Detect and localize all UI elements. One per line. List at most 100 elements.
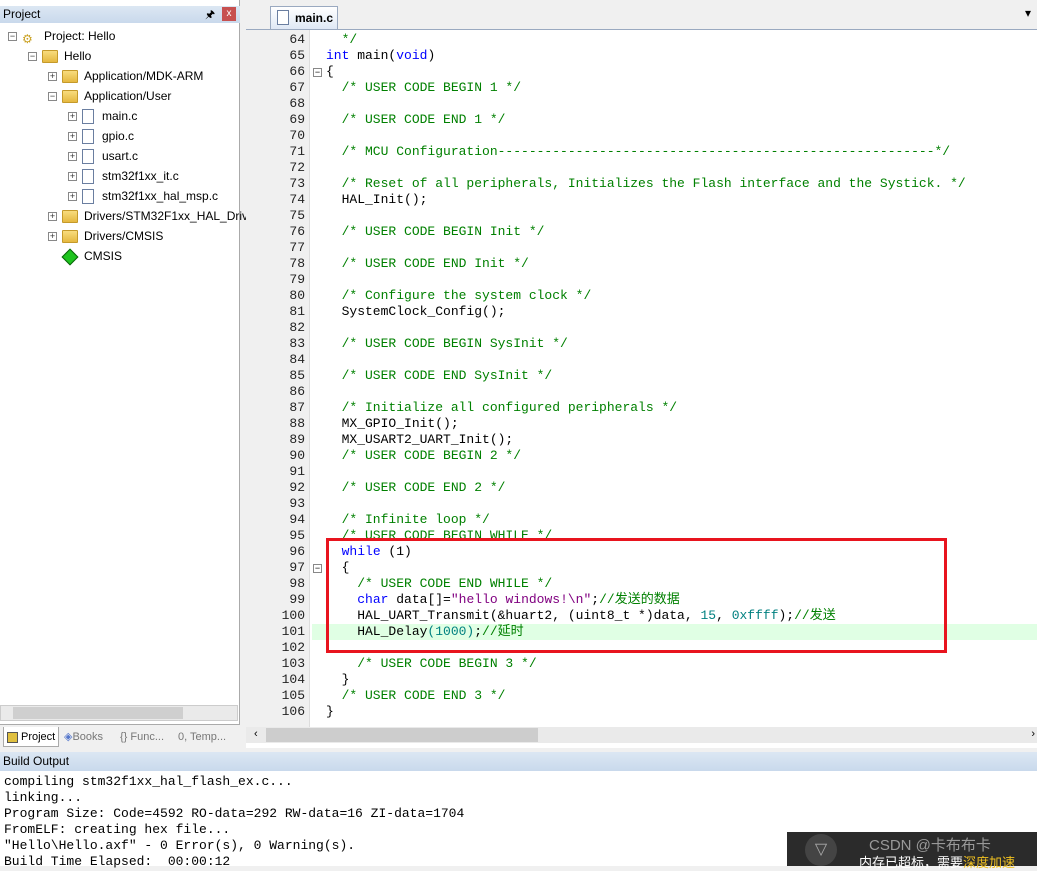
line-number: 80 [289,288,305,303]
code-token: /* Infinite loop */ [326,512,490,527]
code-line: SystemClock_Config(); [326,304,506,320]
tree-item[interactable]: + stm32f1xx_hal_msp.c [68,187,218,205]
collapse-icon[interactable]: − [48,92,57,102]
tree-item[interactable]: + usart.c [68,147,138,165]
code-line: int main(void) [326,48,435,64]
line-number: 71 [289,144,305,159]
folder-icon [62,210,78,224]
file-icon [82,109,94,125]
tree-item-label: Drivers/STM32F1xx_HAL_Driver [84,209,259,223]
tab-label: Books [72,731,104,743]
tree-item-label: Project: Hello [44,29,116,43]
code-token: */ [326,32,358,47]
tree-item[interactable]: + gpio.c [68,127,134,145]
tab-templates[interactable]: 0, Temp... [178,727,226,747]
line-number: 103 [281,656,305,671]
code-token: /* USER CODE BEGIN 2 */ [326,448,522,463]
code-token: void [396,48,428,63]
tree-item[interactable]: CMSIS [48,247,122,266]
scroll-thumb[interactable] [266,728,538,742]
tree-item[interactable]: − Hello [28,47,91,65]
line-number: 101 [281,624,305,639]
code-token: /* Configure the system clock */ [326,288,592,303]
tree-item[interactable]: + main.c [68,107,137,125]
line-number: 72 [289,160,305,175]
collapse-icon[interactable]: − [8,32,17,42]
tab-label: main.c [295,11,334,25]
tab-functions[interactable]: {} Func... [120,727,164,747]
editor-tab-bar: main.c ▾ [246,0,1037,30]
output-line: Program Size: Code=4592 RO-data=292 RW-d… [4,806,465,821]
line-number: 68 [289,96,305,111]
line-number: 98 [289,576,305,591]
tab-books[interactable]: ◈Books [64,727,103,747]
code-line: /* USER CODE BEGIN Init */ [326,224,545,240]
fold-icon[interactable]: − [313,68,322,77]
code-token: /* USER CODE END 2 */ [326,480,506,495]
panel-tabs: Project ◈Books {} Func... 0, Temp... [0,724,240,748]
close-panel-button[interactable]: x [222,7,236,21]
accelerate-link[interactable]: 深度加速 [963,855,1015,870]
line-number: 64 [289,32,305,47]
tree-item-label: stm32f1xx_hal_msp.c [102,189,219,203]
tree-horizontal-scrollbar[interactable] [0,705,238,721]
scroll-thumb[interactable] [13,707,183,719]
line-number: 66 [289,64,305,79]
expand-icon[interactable]: + [48,232,57,242]
editor-horizontal-scrollbar[interactable]: ‹ › [246,727,1037,743]
expand-icon[interactable]: + [68,192,77,202]
tree-item[interactable]: + Drivers/CMSIS [48,227,163,245]
folder-icon [62,70,78,84]
line-number: 99 [289,592,305,607]
tree-item-label: Drivers/CMSIS [84,229,164,243]
file-icon [82,129,94,145]
line-number: 97 [289,560,305,575]
tab-list-dropdown-icon[interactable]: ▾ [1025,6,1031,20]
expand-icon[interactable]: + [48,212,57,222]
project-panel-title: Project [0,6,240,23]
code-line: /* USER CODE END Init */ [326,256,529,272]
tab-main-c[interactable]: main.c [270,6,338,29]
tree-item[interactable]: + stm32f1xx_it.c [68,167,179,185]
file-icon [277,10,289,25]
folder-open-icon [42,50,58,64]
code-line: MX_USART2_UART_Init(); [326,432,514,448]
output-line: Build Time Elapsed: 00:00:12 [4,854,231,869]
expand-icon[interactable]: + [48,72,57,82]
line-number: 74 [289,192,305,207]
expand-icon[interactable]: + [68,132,77,142]
code-line: HAL_Init(); [326,192,428,208]
folder-open-icon [62,90,78,104]
code-line: { [326,64,334,80]
line-number: 90 [289,448,305,463]
tree-item[interactable]: − ⚙ Project: Hello [8,27,116,46]
line-number: 78 [289,256,305,271]
code-line: /* USER CODE END 2 */ [326,480,506,496]
scroll-left-icon[interactable]: ‹ [254,728,258,740]
collapse-icon[interactable]: − [28,52,37,62]
code-line: /* USER CODE BEGIN 3 */ [326,656,536,672]
line-number: 89 [289,432,305,447]
expand-icon[interactable]: + [68,152,77,162]
code-token: MX_GPIO_Init(); [326,416,459,431]
code-token: { [326,64,334,79]
code-token: } [326,672,350,687]
annotation-highlight-box [326,538,947,653]
code-token: int [326,48,350,63]
tree-item[interactable]: + Drivers/STM32F1xx_HAL_Driver [48,207,259,225]
pin-icon[interactable]: 🖈 [205,6,215,25]
line-number: 83 [289,336,305,351]
scroll-right-icon[interactable]: › [1031,728,1035,740]
line-number: 106 [281,704,305,719]
tree-item[interactable]: − Application/User [48,87,171,105]
expand-icon[interactable]: + [68,112,77,122]
fold-icon[interactable]: − [313,564,322,573]
expand-icon[interactable]: + [68,172,77,182]
tree-item[interactable]: + Application/MDK-ARM [48,67,203,85]
line-number: 96 [289,544,305,559]
line-number: 76 [289,224,305,239]
tab-project[interactable]: Project [3,727,60,747]
line-number: 75 [289,208,305,223]
line-number-gutter: 64 65 66 67 68 69 70 71 72 73 74 75 76 77 78 79 80 81 82 83… [246,30,310,727]
code-token: /* USER CODE BEGIN SysInit */ [326,336,568,351]
